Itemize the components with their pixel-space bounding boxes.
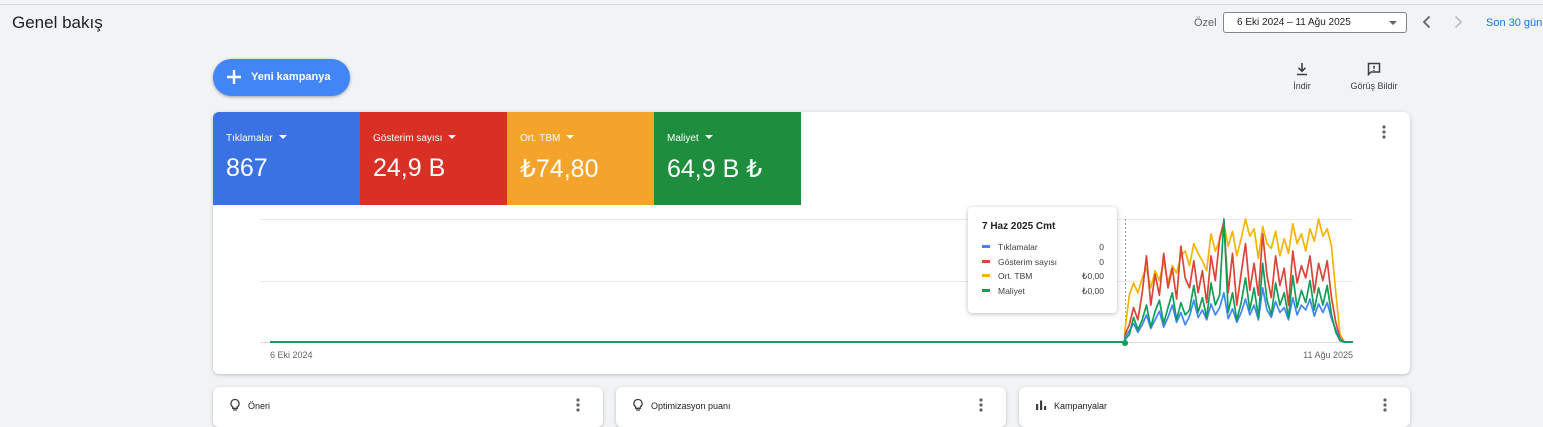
tooltip-row: Maliyet ₺0,00 xyxy=(982,286,1104,301)
dropdown-caret-icon xyxy=(566,135,575,139)
more-options-icon[interactable] xyxy=(1376,124,1392,140)
lightbulb-icon xyxy=(633,398,643,411)
tooltip-row-value: ₺0,00 xyxy=(1082,285,1104,296)
download-button[interactable]: İndir xyxy=(1262,61,1342,91)
card-title: Optimizasyon puanı xyxy=(651,401,731,411)
dropdown-caret-icon xyxy=(1389,21,1397,25)
metric-clicks-label: Tıklamalar xyxy=(226,133,273,144)
series-layer xyxy=(270,218,1353,343)
page-title: Genel bakış xyxy=(12,13,103,32)
download-icon xyxy=(1297,63,1307,76)
dropdown-caret-icon xyxy=(704,135,713,139)
metric-avg-cpc[interactable]: Ort. TBM ₺74,80 xyxy=(507,112,654,205)
series-swatch xyxy=(982,259,990,263)
series-swatch xyxy=(982,274,990,277)
tooltip-row-label: Tıklamalar xyxy=(998,242,1038,252)
card-title: Öneri xyxy=(248,401,271,411)
metric-impressions[interactable]: Gösterim sayısı 24,9 B xyxy=(360,112,507,205)
more-options-icon[interactable] xyxy=(570,397,586,413)
tooltip-date: 7 Haz 2025 Cmt xyxy=(982,221,1056,232)
metric-avg-cpc-value: ₺74,80 xyxy=(520,155,599,183)
card-campaigns[interactable]: Kampanyalar xyxy=(1019,387,1410,427)
feedback-button[interactable]: Görüş Bildir xyxy=(1334,61,1414,91)
date-range-label: Özel xyxy=(1194,17,1217,29)
card-optimization-score[interactable]: Optimizasyon puanı xyxy=(616,387,1006,427)
bar-chart-icon xyxy=(1036,400,1047,410)
metric-cost-label: Maliyet xyxy=(667,133,699,144)
tooltip-row: Ort. TBM ₺0,00 xyxy=(982,271,1104,286)
card-recommendations[interactable]: Öneri xyxy=(213,387,603,427)
tooltip-row-value: ₺0,00 xyxy=(1082,271,1104,281)
tooltip-row: Gösterim sayısı 0 xyxy=(982,257,1104,272)
tooltip-row-value: 0 xyxy=(1099,256,1104,267)
date-range-select[interactable]: 6 Eki 2024 – 11 Ağu 2025 xyxy=(1223,12,1407,33)
performance-card: Tıklamalar 867 Gösterim sayısı 24,9 B Or… xyxy=(213,112,1410,374)
new-campaign-button[interactable]: Yeni kampanya xyxy=(213,59,350,96)
chevron-left-icon[interactable] xyxy=(1417,12,1437,32)
lightbulb-icon xyxy=(230,398,240,411)
tooltip-row-label: Maliyet xyxy=(998,285,1025,296)
x-axis-start-label: 6 Eki 2024 xyxy=(270,350,313,360)
dropdown-caret-icon xyxy=(278,135,287,139)
metric-clicks[interactable]: Tıklamalar 867 xyxy=(213,112,360,205)
tooltip-row: Tıklamalar 0 xyxy=(982,242,1104,257)
new-campaign-label: Yeni kampanya xyxy=(251,71,331,83)
tooltip-row-label: Ort. TBM xyxy=(998,271,1033,281)
date-range-value: 6 Eki 2024 – 11 Ağu 2025 xyxy=(1237,17,1351,28)
feedback-label: Görüş Bildir xyxy=(1350,81,1398,91)
hover-point xyxy=(1122,340,1128,346)
more-options-icon[interactable] xyxy=(973,397,989,413)
more-options-icon[interactable] xyxy=(1377,397,1393,413)
top-divider xyxy=(0,4,1543,5)
performance-line-chart[interactable]: 6 Eki 2024 11 Ağu 2025 xyxy=(213,205,1410,374)
tooltip-row-value: 0 xyxy=(1099,242,1104,252)
dropdown-caret-icon xyxy=(448,135,457,139)
card-title: Kampanyalar xyxy=(1054,401,1108,411)
chevron-right-icon[interactable] xyxy=(1448,12,1468,32)
last-30-days-link[interactable]: Son 30 gün xyxy=(1486,17,1542,29)
metric-impressions-value: 24,9 B xyxy=(373,154,446,182)
metric-avg-cpc-label: Ort. TBM xyxy=(520,133,561,144)
metric-cost-value: 64,9 B ₺ xyxy=(667,155,763,183)
metric-cost[interactable]: Maliyet 64,9 B ₺ xyxy=(654,112,801,205)
series-line-0 xyxy=(270,287,1353,343)
tooltip-row-label: Gösterim sayısı xyxy=(998,256,1058,267)
x-axis-end-label: 11 Ağu 2025 xyxy=(1303,350,1353,360)
metric-impressions-label: Gösterim sayısı xyxy=(373,133,443,144)
chart-tooltip: 7 Haz 2025 Cmt Tıklamalar 0 Gösterim say… xyxy=(968,207,1117,313)
metric-clicks-value: 867 xyxy=(226,154,268,182)
feedback-icon xyxy=(1367,62,1381,77)
download-label: İndir xyxy=(1293,81,1311,91)
series-swatch xyxy=(982,288,990,292)
plus-icon xyxy=(227,70,241,84)
series-swatch xyxy=(982,245,990,248)
